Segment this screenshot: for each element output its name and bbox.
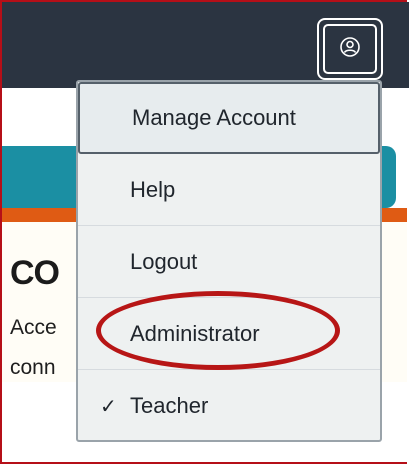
top-nav-bar xyxy=(2,2,409,88)
profile-button[interactable] xyxy=(317,18,383,80)
menu-item-help[interactable]: Help xyxy=(78,154,380,226)
profile-button-inner[interactable] xyxy=(323,24,377,74)
card-text-line2: conn xyxy=(10,356,56,379)
account-dropdown-menu: Manage Account Help Logout Administrator… xyxy=(76,80,382,442)
checkmark-icon: ✓ xyxy=(100,395,117,418)
card-title: CO xyxy=(10,254,60,292)
menu-item-label: Logout xyxy=(130,248,198,274)
menu-item-label: Teacher xyxy=(130,393,209,418)
menu-item-administrator[interactable]: Administrator xyxy=(78,298,380,370)
menu-item-logout[interactable]: Logout xyxy=(78,226,380,298)
card-text-line1: Acce xyxy=(10,316,57,339)
menu-item-label: Manage Account xyxy=(132,105,296,130)
menu-item-manage-account[interactable]: Manage Account xyxy=(78,82,380,154)
menu-item-teacher[interactable]: ✓ Teacher xyxy=(78,370,380,442)
user-circle-icon xyxy=(339,36,361,63)
menu-item-label: Administrator xyxy=(130,320,260,346)
menu-item-label: Help xyxy=(130,176,176,202)
